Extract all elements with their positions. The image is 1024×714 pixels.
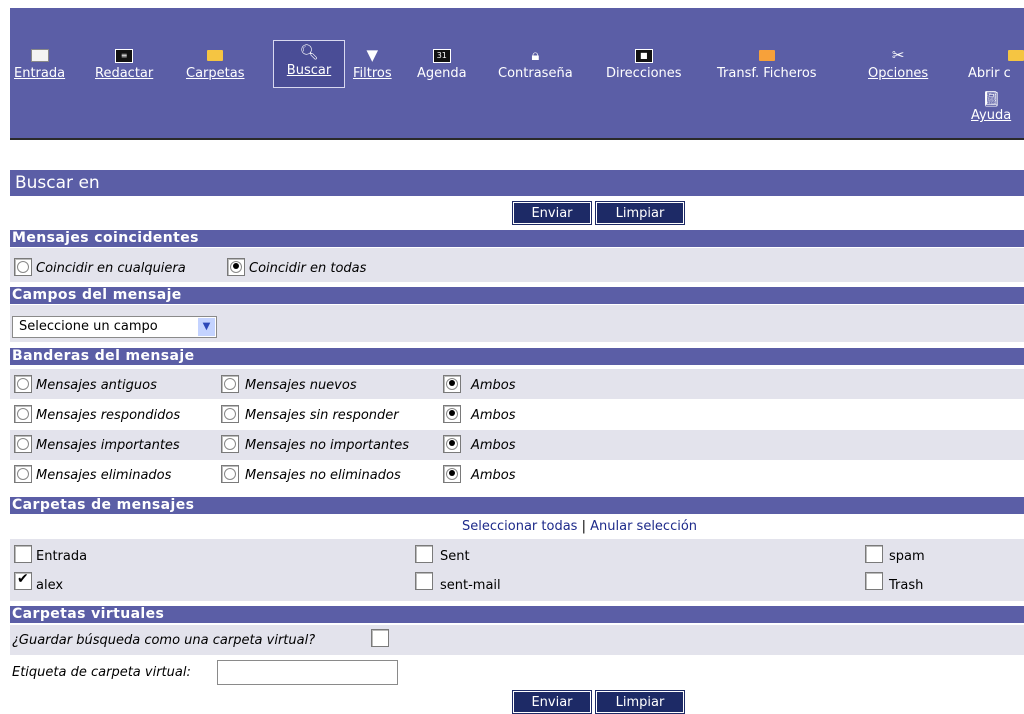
match-all-radio[interactable] [227,258,245,276]
folder-actions: Seleccionar todas | Anular selección [462,518,697,536]
toolbar-label: Carpetas [186,66,245,81]
flag-unimportant-radio[interactable] [221,435,239,453]
flag-reply-both-label: Ambos [471,408,516,423]
toolbar-label: Entrada [14,66,66,81]
toolbar-label: Filtros [353,66,392,81]
match-all-label: Coincidir en todas [249,261,367,276]
toolbar-label: Agenda [417,66,467,81]
toolbar-abrir[interactable]: Abrir c [968,44,1024,82]
section-fields: Campos del mensaje [10,287,1024,304]
toolbar-contrasena[interactable]: 🔒︎ Contraseña [498,44,573,82]
flag-importance-both-radio[interactable] [443,435,461,453]
flag-unreplied-radio[interactable] [221,405,239,423]
toolbar-buscar[interactable]: 🔍︎ Buscar [273,40,345,88]
field-select-value: Seleccione un campo [19,319,158,334]
flag-deleted-radio[interactable] [14,465,32,483]
folder-label-sent: Sent [440,549,470,564]
toolbar-label: Abrir c [968,66,1011,81]
toolbar-label: Ayuda [971,108,1012,123]
deselect-all-link[interactable]: Anular selección [590,519,697,534]
open-folder-icon [968,44,1024,66]
flag-importance-both-label: Ambos [471,438,516,453]
folder-label-trash: Trash [889,578,924,593]
flag-old-label: Mensajes antiguos [36,378,157,393]
separator: | [581,519,586,534]
flag-deleted-both-radio[interactable] [443,465,461,483]
flag-new-radio[interactable] [221,375,239,393]
filter-icon: ▼ [366,46,379,64]
folder-icon [186,44,244,66]
reset-button-bottom[interactable]: Limpiar [595,690,685,714]
lock-icon: 🔒︎ [531,46,540,64]
tools-icon: ✂ [891,46,905,64]
file-transfer-icon [717,44,817,66]
flag-important-label: Mensajes importantes [36,438,180,453]
virtual-save-label: ¿Guardar búsqueda como una carpeta virtu… [12,633,316,648]
chevron-down-icon[interactable]: ▼ [198,318,215,336]
folder-checkbox-spam[interactable] [865,545,883,563]
toolbar-ayuda[interactable]: 📓︎ Ayuda [971,90,1011,124]
envelope-icon [14,44,65,66]
virtual-save-checkbox[interactable] [371,629,389,647]
toolbar-label: Direcciones [606,66,682,81]
toolbar-redactar[interactable]: ≡ Redactar [95,44,153,82]
folder-label-entrada: Entrada [36,549,88,564]
match-any-label: Coincidir en cualquiera [36,261,186,276]
toolbar-label: Contraseña [498,66,573,81]
main-toolbar: Entrada ≡ Redactar Carpetas 🔍︎ Buscar ▼ … [10,8,1024,140]
flag-replied-radio[interactable] [14,405,32,423]
toolbar-transf-ficheros[interactable]: Transf. Ficheros [717,44,817,82]
submit-button-top[interactable]: Enviar [512,201,592,225]
flag-age-both-radio[interactable] [443,375,461,393]
toolbar-carpetas[interactable]: Carpetas [186,44,244,82]
flag-deleted-both-label: Ambos [471,468,516,483]
help-book-icon: 📓︎ [981,90,1001,108]
flag-deleted-label: Mensajes eliminados [36,468,172,483]
folder-label-sent-mail: sent-mail [440,578,501,593]
section-virtual: Carpetas virtuales [10,606,1024,623]
select-all-link[interactable]: Seleccionar todas [462,519,577,534]
flag-unreplied-label: Mensajes sin responder [245,408,399,423]
toolbar-agenda[interactable]: 31 Agenda [417,44,467,82]
folder-checkbox-entrada[interactable] [14,545,32,563]
toolbar-filtros[interactable]: ▼ Filtros [353,44,392,82]
flag-replied-label: Mensajes respondidos [36,408,181,423]
flag-important-radio[interactable] [14,435,32,453]
virtual-label-input[interactable] [217,660,398,685]
toolbar-label: Opciones [868,66,929,81]
section-folders: Carpetas de mensajes [10,497,1024,514]
reset-button-top[interactable]: Limpiar [595,201,685,225]
flag-age-both-label: Ambos [471,378,516,393]
flag-reply-both-radio[interactable] [443,405,461,423]
page-title: Buscar en [10,170,1024,196]
section-match: Mensajes coincidentes [10,230,1024,247]
flag-new-label: Mensajes nuevos [245,378,357,393]
folder-label-spam: spam [889,549,925,564]
folder-checkbox-trash[interactable] [865,572,883,590]
calendar-icon: 31 [417,44,467,66]
submit-button-bottom[interactable]: Enviar [512,690,592,714]
toolbar-label: Redactar [95,66,154,81]
flag-unimportant-label: Mensajes no importantes [245,438,410,453]
toolbar-entrada[interactable]: Entrada [14,44,65,82]
toolbar-opciones[interactable]: ✂ Opciones [868,44,928,82]
flags-row [10,369,1024,399]
folder-label-alex: alex [36,578,64,593]
folder-checkbox-sent-mail[interactable] [415,572,433,590]
toolbar-label: Buscar [286,63,332,78]
virtual-label-text: Etiqueta de carpeta virtual: [12,665,191,680]
search-icon: 🔍︎ [299,43,319,61]
folder-checkbox-sent[interactable] [415,545,433,563]
flag-undeleted-label: Mensajes no eliminados [245,468,401,483]
toolbar-label: Transf. Ficheros [717,66,817,81]
field-select[interactable]: Seleccione un campo ▼ [12,316,217,338]
section-flags: Banderas del mensaje [10,348,1024,365]
toolbar-direcciones[interactable]: ■ Direcciones [606,44,682,82]
match-any-radio[interactable] [14,258,32,276]
flag-undeleted-radio[interactable] [221,465,239,483]
compose-icon: ≡ [95,44,153,66]
address-book-icon: ■ [606,44,682,66]
folder-checkbox-alex[interactable] [14,571,32,590]
flag-old-radio[interactable] [14,375,32,393]
